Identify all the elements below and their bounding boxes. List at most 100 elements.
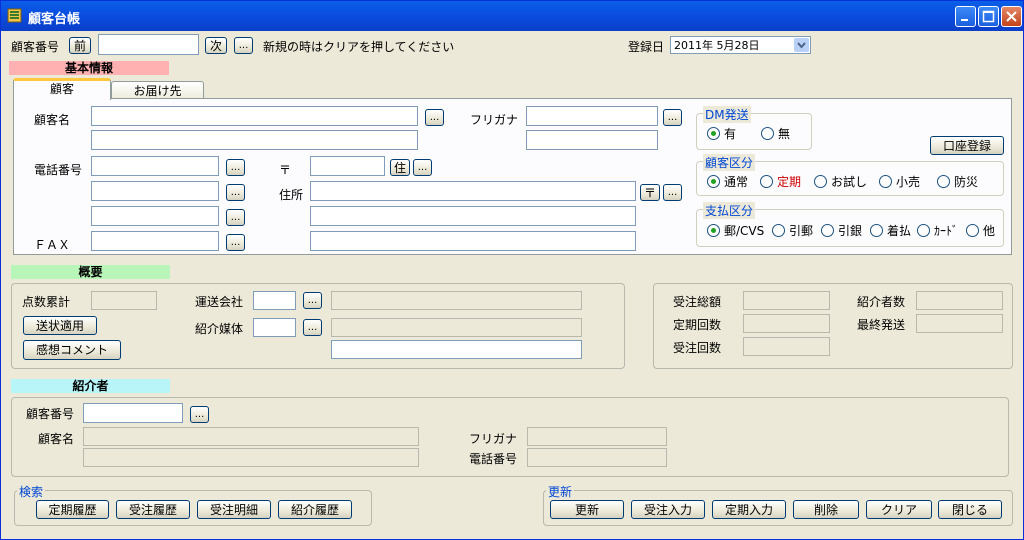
radio-icon [966,224,979,237]
payment-cod-postal[interactable]: 引郵 [772,222,813,239]
update-group: 更新 更新 受注入力 定期入力 削除 クリア 閉じる [543,483,1013,526]
address-lookup-button[interactable]: ... [663,184,682,201]
last-ship-field [916,314,1003,333]
close-button[interactable] [1001,6,1022,27]
fax-lookup-button[interactable]: ... [226,234,245,251]
dm-option-no[interactable]: 無 [761,125,790,142]
referrer-name-field-2 [83,448,419,467]
payment-postal-cvs[interactable]: 郵/CVS [707,222,764,239]
account-register-button[interactable]: 口座登録 [930,136,1004,155]
order-detail-button[interactable]: 受注明細 [197,500,271,519]
name-input[interactable] [91,106,418,126]
search-caption: 検索 [17,483,46,500]
phone-input-3[interactable] [91,206,219,226]
customer-search-button[interactable]: ... [234,37,253,54]
furigana-input-2[interactable] [526,130,658,150]
phone-input-2[interactable] [91,181,219,201]
media-input[interactable] [253,318,296,337]
name-lookup-button[interactable]: ... [425,109,444,126]
postal-label: 〒 [279,163,292,177]
customer-tab-panel: 顧客名 ... フリガナ ... 電話番号 ... ... ... ＦＡＸ ..… [13,98,1012,255]
phone-label: 電話番号 [34,163,83,177]
referral-history-button[interactable]: 紹介履歴 [278,500,352,519]
apply-invoice-button[interactable]: 送状適用 [23,316,97,335]
customer-type-disaster[interactable]: 防災 [937,173,978,190]
carrier-lookup-button[interactable]: ... [303,292,322,309]
next-button[interactable]: 次 [205,37,227,54]
dm-option-yes[interactable]: 有 [707,125,736,142]
customer-type-caption: 顧客区分 [703,154,756,171]
tab-customer[interactable]: 顧客 [13,78,111,100]
carrier-input[interactable] [253,291,296,310]
address-from-postal-button[interactable]: 住 [390,159,410,176]
close-icon [1006,11,1017,22]
referrer-no-label: 顧客番号 [26,407,75,421]
phone-lookup-button-1[interactable]: ... [226,159,245,176]
customer-no-input[interactable] [98,34,199,55]
order-total-label: 受注総額 [673,295,722,309]
title-bar[interactable]: 顧客台帳 [1,1,1023,31]
order-history-button[interactable]: 受注履歴 [116,500,190,519]
address-input-1[interactable] [310,181,636,201]
address-input-3[interactable] [310,231,636,251]
postal-input[interactable] [310,156,385,176]
regular-count-field [743,314,830,333]
referrer-lookup-button[interactable]: ... [190,406,209,423]
phone-lookup-button-3[interactable]: ... [226,209,245,226]
points-field [91,291,157,310]
customer-type-retail[interactable]: 小売 [879,173,920,190]
name-label: 顧客名 [34,113,71,127]
radio-icon [917,224,930,237]
payment-type-caption: 支払区分 [703,202,756,219]
customer-type-trial[interactable]: お試し [814,173,867,190]
postal-from-address-button[interactable]: 〒 [640,184,660,201]
reg-date-picker[interactable]: 2011年 5月28日 [670,36,811,54]
carrier-label: 運送会社 [195,295,244,309]
payment-card[interactable]: ｶｰﾄﾞ [917,222,958,239]
referrer-phone-field [527,448,667,467]
regular-entry-button[interactable]: 定期入力 [712,500,786,519]
furigana-lookup-button[interactable]: ... [663,109,682,126]
points-label: 点数累計 [22,295,71,309]
address-input-2[interactable] [310,206,636,226]
media-lookup-button[interactable]: ... [303,319,322,336]
media-label: 紹介媒体 [195,322,244,336]
referrer-name-label: 顧客名 [38,432,75,446]
radio-icon [821,224,834,237]
phone-lookup-button-2[interactable]: ... [226,184,245,201]
update-button[interactable]: 更新 [550,500,624,519]
media-note-input[interactable] [331,340,582,359]
radio-icon [761,127,774,140]
order-count-field [743,337,830,356]
order-entry-button[interactable]: 受注入力 [631,500,705,519]
furigana-label: フリガナ [470,113,519,127]
referrer-furigana-label: フリガナ [469,432,518,446]
regular-history-button[interactable]: 定期履歴 [36,500,109,519]
radio-icon [760,175,773,188]
furigana-input[interactable] [526,106,658,126]
comment-button[interactable]: 感想コメント [23,340,121,360]
app-icon [7,8,22,23]
referrer-no-input[interactable] [83,403,183,423]
minimize-button[interactable] [955,6,976,27]
prev-button[interactable]: 前 [69,37,91,54]
payment-collect[interactable]: 着払 [870,222,911,239]
chevron-down-icon[interactable] [794,38,809,52]
customer-type-group: 顧客区分 通常 定期 お試し 小売 防災 [696,154,1004,196]
fax-input[interactable] [91,231,219,251]
postal-lookup-button[interactable]: ... [413,159,432,176]
customer-type-subscription[interactable]: 定期 [760,173,801,190]
payment-other[interactable]: 他 [966,222,995,239]
referrals-field [916,291,1003,310]
customer-type-regular[interactable]: 通常 [707,173,748,190]
close-form-button[interactable]: 閉じる [938,500,1002,519]
maximize-button[interactable] [978,6,999,27]
delete-button[interactable]: 削除 [793,500,859,519]
radio-icon [870,224,883,237]
phone-input-1[interactable] [91,156,219,176]
carrier-name-field [331,291,582,310]
order-total-field [743,291,830,310]
payment-cod-bank[interactable]: 引銀 [821,222,862,239]
name-input-2[interactable] [91,130,418,150]
clear-button[interactable]: クリア [866,500,932,519]
